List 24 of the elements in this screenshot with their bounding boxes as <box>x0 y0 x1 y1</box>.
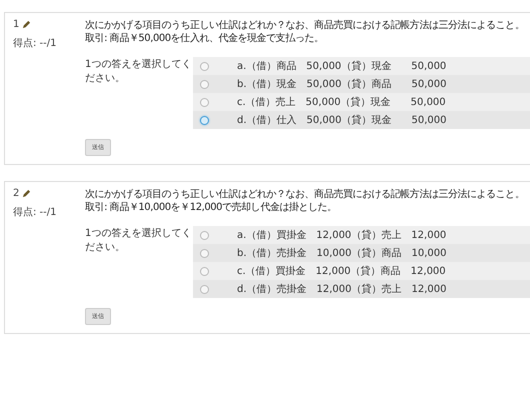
radio-button[interactable] <box>200 284 209 294</box>
question-detail: 取引: 商品￥50,000を仕入れ、代金を現金で支払った。 <box>85 32 324 45</box>
score-text: 得点: --/1 <box>13 36 58 50</box>
answer-prompt: 1つの答えを選択してください。 <box>85 227 192 255</box>
score-text: 得点: --/1 <box>13 206 58 219</box>
radio-button[interactable] <box>200 62 209 70</box>
question-text: 次にかかげる項目のうち正しい仕訳はどれか？なお、商品売買における記帳方法は三分法によること。 <box>85 188 526 201</box>
answer-prompt: 1つの答えを選択してください。 <box>85 58 192 86</box>
question-text: 次にかかげる項目のうち正しい仕訳はどれか？なお、商品売買における記帳方法は三分法によること。 <box>85 19 526 32</box>
radio-button[interactable] <box>200 98 209 106</box>
pencil-icon <box>22 20 32 29</box>
option-label[interactable]: a.（借）商品 50,000（貸）現金 50,000 <box>237 59 446 73</box>
option-label[interactable]: c.（借）買掛金 12,000（貸）商品 12,000 <box>237 264 446 278</box>
radio-button[interactable] <box>200 266 209 276</box>
question-detail: 取引: 商品￥10,000を￥12,000で売却し代金は掛とした。 <box>85 201 338 214</box>
option-label[interactable]: a.（借）買掛金 12,000（貸）売上 12,000 <box>237 228 446 242</box>
question-number: 2 <box>13 188 20 199</box>
radio-button[interactable] <box>200 230 209 240</box>
option-label[interactable]: c.（借）売上 50,000（貸）現金 50,000 <box>237 95 446 109</box>
radio-button[interactable] <box>200 248 209 258</box>
question-number: 1 <box>13 19 20 30</box>
radio-button[interactable] <box>200 116 209 124</box>
radio-button[interactable] <box>200 80 209 88</box>
pencil-icon <box>22 189 32 198</box>
